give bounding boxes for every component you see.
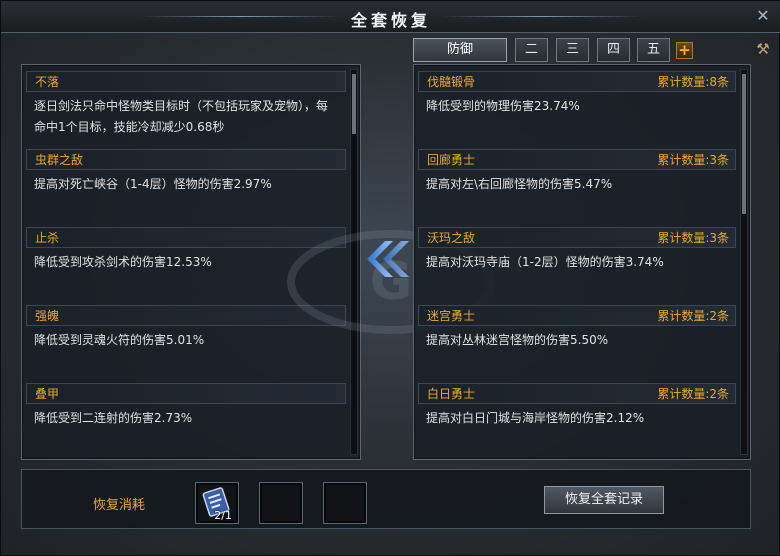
entry-title: 白日勇士 bbox=[427, 387, 476, 401]
entry-title-row: 迷宫勇士 累计数量:2条 bbox=[418, 305, 736, 326]
right-entry: 伐髓锻骨 累计数量:8条 降低受到的物理伤害23.74% bbox=[418, 71, 736, 117]
tab-two[interactable]: 二 bbox=[515, 38, 548, 62]
entry-count: 累计数量:8条 bbox=[657, 75, 729, 89]
tab-defense[interactable]: 防御 bbox=[413, 38, 507, 62]
entry-count: 累计数量:3条 bbox=[657, 153, 729, 167]
restore-full-set-button[interactable]: 恢复全套记录 bbox=[544, 486, 664, 514]
right-entry: 沃玛之敌 累计数量:3条 提高对沃玛寺庙（1-2层）怪物的伤害3.74% bbox=[418, 227, 736, 273]
left-entry: 不落 逐日剑法只命中怪物类目标时（不包括玩家及宠物），每命中1个目标，技能冷却减… bbox=[26, 71, 346, 138]
entry-description: 提高对丛林迷宫怪物的伤害5.50% bbox=[426, 333, 609, 347]
entry-description: 逐日剑法只命中怪物类目标时（不包括玩家及宠物），每命中1个目标，技能冷却减少0.… bbox=[34, 99, 329, 134]
tab-five[interactable]: 五 bbox=[637, 38, 670, 62]
restore-cost-label: 恢复消耗 bbox=[93, 498, 146, 513]
entry-description: 提高对死亡峡谷（1-4层）怪物的伤害2.97% bbox=[34, 177, 272, 191]
left-entry: 叠甲 降低受到二连射的伤害2.73% bbox=[26, 383, 346, 429]
full-set-restore-window: 全套恢复 ✕ 防御 二 三 四 五 + ⚒ 不落 逐日剑法只命中怪物类目标时（不… bbox=[0, 0, 780, 556]
wrench-icon[interactable]: ⚒ bbox=[753, 39, 773, 59]
left-scroll-thumb[interactable] bbox=[352, 74, 356, 134]
entry-title: 迷宫勇士 bbox=[427, 309, 476, 323]
entry-title-row: 伐髓锻骨 累计数量:8条 bbox=[418, 71, 736, 92]
recorded-set-panel: 伐髓锻骨 累计数量:8条 降低受到的物理伤害23.74% 回廊勇士 累计数量:3… bbox=[413, 64, 751, 460]
left-entry: 虫群之敌 提高对死亡峡谷（1-4层）怪物的伤害2.97% bbox=[26, 149, 346, 195]
entry-title: 不落 bbox=[26, 71, 346, 92]
item-count: 2/1 bbox=[214, 509, 232, 522]
right-scroll-thumb[interactable] bbox=[742, 74, 746, 214]
entry-description: 提高对白日门城与海岸怪物的伤害2.12% bbox=[426, 411, 645, 425]
svg-text:G: G bbox=[370, 252, 413, 312]
cost-item-slot[interactable]: 2/1 bbox=[195, 482, 239, 524]
entry-title-row: 沃玛之敌 累计数量:3条 bbox=[418, 227, 736, 248]
title-bar: 全套恢复 ✕ bbox=[1, 1, 780, 33]
empty-item-slot[interactable] bbox=[259, 482, 303, 524]
right-scrollbar[interactable] bbox=[740, 69, 748, 455]
window-title: 全套恢复 bbox=[350, 11, 431, 30]
tab-three[interactable]: 三 bbox=[556, 38, 589, 62]
entry-description: 提高对沃玛寺庙（1-2层）怪物的伤害3.74% bbox=[426, 255, 664, 269]
entry-count: 累计数量:2条 bbox=[657, 309, 729, 323]
entry-description: 降低受到的物理伤害23.74% bbox=[426, 99, 580, 113]
entry-title: 伐髓锻骨 bbox=[427, 75, 476, 89]
entry-title-row: 回廊勇士 累计数量:3条 bbox=[418, 149, 736, 170]
entry-description: 降低受到二连射的伤害2.73% bbox=[34, 411, 193, 425]
close-icon[interactable]: ✕ bbox=[753, 6, 773, 26]
right-entry: 迷宫勇士 累计数量:2条 提高对丛林迷宫怪物的伤害5.50% bbox=[418, 305, 736, 351]
entry-title: 回廊勇士 bbox=[427, 153, 476, 167]
entry-title: 沃玛之敌 bbox=[427, 231, 476, 245]
entry-description: 提高对左\右回廊怪物的伤害5.47% bbox=[426, 177, 613, 191]
empty-item-slot[interactable] bbox=[323, 482, 367, 524]
entry-title-row: 白日勇士 累计数量:2条 bbox=[418, 383, 736, 404]
entry-count: 累计数量:2条 bbox=[657, 387, 729, 401]
entry-count: 累计数量:3条 bbox=[657, 231, 729, 245]
entry-title: 叠甲 bbox=[26, 383, 346, 404]
right-entry: 回廊勇士 累计数量:3条 提高对左\右回廊怪物的伤害5.47% bbox=[418, 149, 736, 195]
tab-four[interactable]: 四 bbox=[597, 38, 630, 62]
entry-title: 虫群之敌 bbox=[26, 149, 346, 170]
right-entry: 白日勇士 累计数量:2条 提高对白日门城与海岸怪物的伤害2.12% bbox=[418, 383, 736, 429]
add-tab-button[interactable]: + bbox=[676, 42, 693, 59]
